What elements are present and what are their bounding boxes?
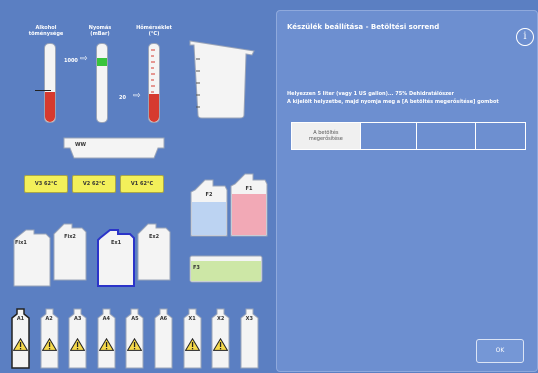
load-slot-cell [361, 123, 418, 149]
confirm-load-button[interactable]: A betöltés megerősítése [292, 123, 361, 149]
temperature-scale-icon [151, 49, 155, 93]
temperature-arrow-icon: ⇨ [133, 91, 141, 101]
temperature-value: 20 [119, 95, 126, 101]
reagent-bottle-label: A4 [102, 316, 110, 322]
reagent-bottle-a2[interactable]: A2 [39, 308, 60, 370]
jerrycan-icon [13, 229, 51, 287]
alcohol-gauge-fill [45, 92, 55, 122]
bottle-f3-label: F3 [193, 265, 200, 271]
bottle-fix2-label: Fix2 [64, 234, 76, 240]
jerrycan-icon [53, 223, 87, 281]
heater-v1[interactable]: V1 62°C [120, 175, 164, 193]
bottle-f3[interactable]: F3 [189, 255, 263, 283]
reagent-bottle-a3[interactable]: A3 [67, 308, 88, 370]
instruction-line2: A kijelölt helyzetbe, majd nyomja meg a … [287, 99, 499, 105]
alcohol-gauge-marker [35, 90, 51, 91]
bottle-f1[interactable]: F1 [229, 172, 269, 238]
reagent-bottle-x1[interactable]: X1 [182, 308, 203, 370]
dialog-title: Készülék beállítása - Betöltési sorrend [287, 23, 440, 31]
bottle-ex1-label: Ex1 [110, 240, 122, 246]
reagent-bottle-a4[interactable]: A4 [96, 308, 117, 370]
bottle-f2[interactable]: F2 [189, 178, 229, 238]
reagent-bottle-label: X2 [217, 316, 225, 322]
reagent-bottle-label: A3 [74, 316, 82, 322]
bottle-fix1-label: Fix1 [15, 240, 27, 246]
warning-icon [184, 336, 200, 351]
warning-icon [212, 336, 229, 351]
bottle-ex1[interactable]: Ex1 [96, 228, 136, 288]
processor-screen: Alkohol töménysége Nyomás (mBar) 1000 ⇨ … [0, 0, 538, 373]
bottle-f1-label: F1 [245, 186, 253, 192]
heater-v3[interactable]: V3 62°C [24, 175, 68, 193]
load-sequence-dialog: Készülék beállítása - Betöltési sorrend … [276, 10, 538, 372]
reagent-bottle-a6[interactable]: A6 [153, 308, 174, 370]
wax-bath-icon [63, 137, 165, 159]
reagent-bottle-a5[interactable]: A5 [124, 308, 145, 370]
temperature-label-line2: (°C) [148, 31, 160, 37]
temperature-gauge-label: Hőmérséklet (°C) [130, 25, 178, 37]
confirm-load-line2: megerősítése [308, 136, 343, 142]
bottle-fix2[interactable]: Fix2 [52, 222, 88, 282]
reagent-bottle-label: A6 [159, 316, 168, 322]
jerrycan-icon [230, 173, 268, 237]
info-icon[interactable]: i [516, 28, 534, 46]
alcohol-gauge-label: Alkohol töménysége [26, 25, 66, 37]
reagent-bottle-label: X1 [188, 316, 196, 322]
jerrycan-icon [97, 229, 135, 287]
pressure-value: 1000 [64, 58, 78, 64]
reagent-bottle-label: A5 [131, 316, 139, 322]
alcohol-gauge-tube [44, 43, 56, 123]
bottle-ex2[interactable]: Ex2 [136, 222, 172, 282]
ok-button[interactable]: OK [476, 339, 524, 363]
reagent-bottle-label: A1 [16, 316, 25, 322]
pressure-arrow-icon: ⇨ [80, 54, 88, 64]
warning-icon [12, 336, 29, 351]
alcohol-label-line2: töménysége [28, 31, 64, 37]
tray-icon [189, 255, 263, 283]
heater-v2[interactable]: V2 62°C [72, 175, 116, 193]
temperature-gauge-fill [149, 94, 159, 122]
wax-bath-label: WW [75, 142, 87, 148]
jerrycan-icon [190, 179, 228, 237]
bottle-ex2-label: Ex2 [148, 234, 160, 240]
pressure-gauge-fill [97, 58, 107, 66]
warning-icon [98, 336, 115, 351]
bottle-fix1[interactable]: Fix1 [12, 228, 52, 288]
load-slot-cell [417, 123, 477, 149]
warning-icon [69, 336, 86, 351]
warning-icon [127, 336, 143, 351]
pressure-label-line2: (mBar) [90, 31, 110, 37]
reagent-bottle-a1[interactable]: A1 [10, 308, 31, 370]
pressure-gauge-label: Nyomás (mBar) [80, 25, 120, 37]
reagent-bottle-x2[interactable]: X2 [210, 308, 231, 370]
reagent-bottle-x3[interactable]: X3 [239, 308, 260, 370]
pressure-gauge-tube [96, 43, 108, 123]
reagent-bottle-label: A2 [45, 316, 53, 322]
bottle-f2-label: F2 [205, 192, 213, 198]
load-position-table: A betöltés megerősítése [291, 122, 526, 150]
load-slot-cell [476, 123, 525, 149]
reagent-bottle-label: X3 [245, 316, 253, 322]
jerrycan-icon [137, 223, 171, 281]
instruction-line1: Helyezzen 5 liter (vagy 1 US gallon)... … [287, 91, 454, 97]
warning-icon [41, 336, 57, 351]
retort-icon [189, 40, 255, 119]
